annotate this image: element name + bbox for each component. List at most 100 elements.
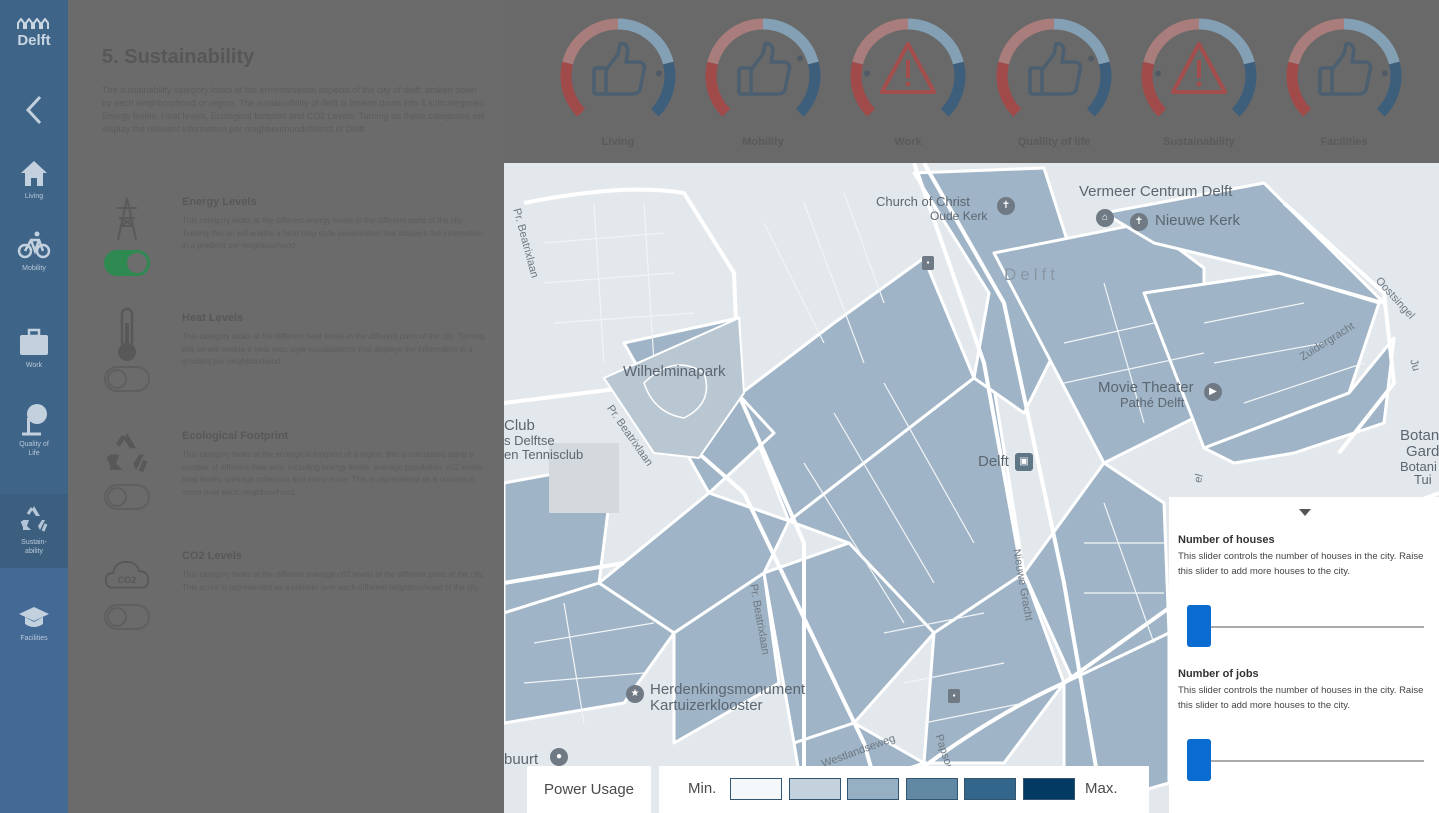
collapse-caret-icon[interactable] (1299, 509, 1311, 516)
category-title: Ecological Footprint (182, 430, 289, 442)
map-label-pathe: Pathé Delft (1120, 395, 1185, 410)
map-label-herdenkingsmonument: Herdenkingsmonument (650, 681, 806, 698)
bus-stop-icon[interactable]: ▪ (948, 689, 960, 703)
city-map[interactable]: Church of Christ Oude Kerk ✝ Vermeer Cen… (504, 163, 1439, 813)
chevron-left-icon (25, 95, 42, 125)
legend-swatch (906, 778, 958, 800)
church-pin-icon[interactable]: ✝ (1130, 213, 1148, 231)
map-label-club: Club (504, 417, 535, 434)
sidebar-item-work[interactable]: Work (0, 323, 68, 370)
gauge-segment (850, 61, 876, 117)
score-bar: Living Mobility Work Quallity of life Su… (504, 0, 1439, 163)
map-label-kartuizerklooster: Kartuizerklooster (650, 697, 763, 714)
gauge-segment (562, 18, 619, 65)
bus-stop-icon[interactable]: ▪ (922, 256, 934, 270)
legend-swatch (964, 778, 1016, 800)
sidebar-item-label: Work (25, 362, 43, 369)
ecological-footprint-toggle[interactable] (104, 484, 150, 510)
legend-min-label: Min. (688, 780, 717, 797)
train-station-icon[interactable]: ▣ (1015, 453, 1033, 471)
houses-slider[interactable] (1178, 605, 1424, 649)
toggle-knob (107, 487, 127, 507)
co2-icon-text: CO2 (118, 575, 137, 585)
legend-max-label: Max. (1085, 780, 1118, 797)
gauge-segment (560, 61, 586, 117)
gauge-label: Living (601, 136, 635, 148)
energy-levels-toggle[interactable] (104, 250, 150, 276)
gauge-segment (795, 61, 821, 117)
slider-track[interactable] (1198, 760, 1424, 762)
legend-swatch (847, 778, 899, 800)
gauge-quality-of-life[interactable]: Quallity of life (992, 14, 1116, 148)
home-icon (21, 161, 47, 186)
gauge-mobility[interactable]: Mobility (701, 14, 825, 148)
category-energy-levels: Energy Levels This category looks at the… (102, 196, 492, 296)
sidebar-item-facilities[interactable]: Facilities (0, 596, 68, 643)
recycle-icon (20, 506, 48, 532)
monument-pin-icon[interactable]: ★ (626, 685, 644, 703)
gauge-needle (1088, 55, 1095, 62)
page-title: 5. Sustainability (102, 46, 255, 68)
map-label-wilhelminapark: Wilhelminapark (623, 363, 726, 380)
museum-pin-icon[interactable]: ⌂ (1096, 209, 1114, 227)
slider-thumb[interactable] (1187, 605, 1211, 647)
tree-icon (22, 404, 47, 436)
gauge-segment (705, 61, 731, 117)
legend-swatch (730, 778, 782, 800)
slider-track[interactable] (1198, 626, 1424, 628)
toggle-knob (107, 607, 127, 627)
gauge-segment (996, 61, 1022, 117)
co2-levels-toggle[interactable] (104, 604, 150, 630)
gauge-dial (996, 18, 1112, 117)
thumbs-up-icon (1028, 41, 1083, 96)
cinema-pin-icon[interactable]: ▶ (1204, 383, 1222, 401)
legend-swatch (789, 778, 841, 800)
delft-logo[interactable]: Delft (0, 17, 68, 50)
back-button[interactable] (0, 92, 68, 128)
gauge-segment (1231, 61, 1257, 117)
jobs-control: Number of jobs This slider controls the … (1178, 668, 1433, 713)
gauge-segment (998, 18, 1055, 65)
category-description: This category looks at the different ave… (182, 570, 485, 592)
toggle-knob (107, 369, 127, 389)
category-co2-levels: CO2 CO2 Levels This category looks at th… (102, 550, 492, 650)
category-description: This category looks at the ecological fo… (182, 450, 484, 497)
logo-text: Delft (17, 32, 51, 49)
map-label-botanical: Tui (1414, 472, 1432, 487)
gauge-sustainability[interactable]: Sustainability (1137, 14, 1261, 148)
location-pin-icon[interactable]: ● (550, 748, 568, 766)
map-label-club: s Delftse (504, 433, 555, 448)
control-description: This slider controls the number of house… (1178, 551, 1424, 577)
gauge-dial (1141, 18, 1257, 117)
map-label-delft: Delft (1004, 265, 1059, 284)
map-label-movie-theater: Movie Theater (1098, 379, 1194, 396)
map-label-botanical: Gard (1406, 443, 1439, 460)
category-title: CO2 Levels (182, 550, 242, 562)
gauge-segment (940, 61, 966, 117)
heat-levels-toggle[interactable] (104, 366, 150, 392)
logo-mark-icon (0, 17, 68, 32)
briefcase-icon (20, 328, 48, 355)
slider-thumb[interactable] (1187, 739, 1211, 781)
gauge-facilities[interactable]: Facilities (1282, 14, 1406, 148)
gauge-living[interactable]: Living (556, 14, 680, 148)
sidebar-item-living[interactable]: Living (0, 154, 68, 201)
gauge-label: Mobility (742, 136, 784, 148)
map-label-oude-kerk: Oude Kerk (930, 209, 988, 223)
gauge-needle (1381, 70, 1388, 77)
sidebar-item-quality-of-life[interactable]: Quality of Life (0, 402, 68, 458)
thumbs-up-icon (592, 41, 647, 96)
warning-icon (1171, 42, 1227, 94)
sidebar-item-sustainability[interactable]: Sustain-ability (0, 494, 68, 568)
toggle-knob (127, 253, 147, 273)
gauge-work[interactable]: Work (846, 14, 970, 148)
category-description: This category looks at the different hea… (182, 332, 485, 366)
gauge-dial (560, 18, 676, 117)
control-panel: Number of houses This slider controls th… (1169, 497, 1439, 813)
gauge-dial (850, 18, 966, 117)
church-pin-icon[interactable]: ✝ (997, 197, 1015, 215)
gauge-segment (1086, 61, 1112, 117)
sidebar-item-mobility[interactable]: Mobility (0, 226, 68, 273)
sidebar-item-label: Facilities (20, 635, 48, 642)
jobs-slider[interactable] (1178, 739, 1424, 783)
